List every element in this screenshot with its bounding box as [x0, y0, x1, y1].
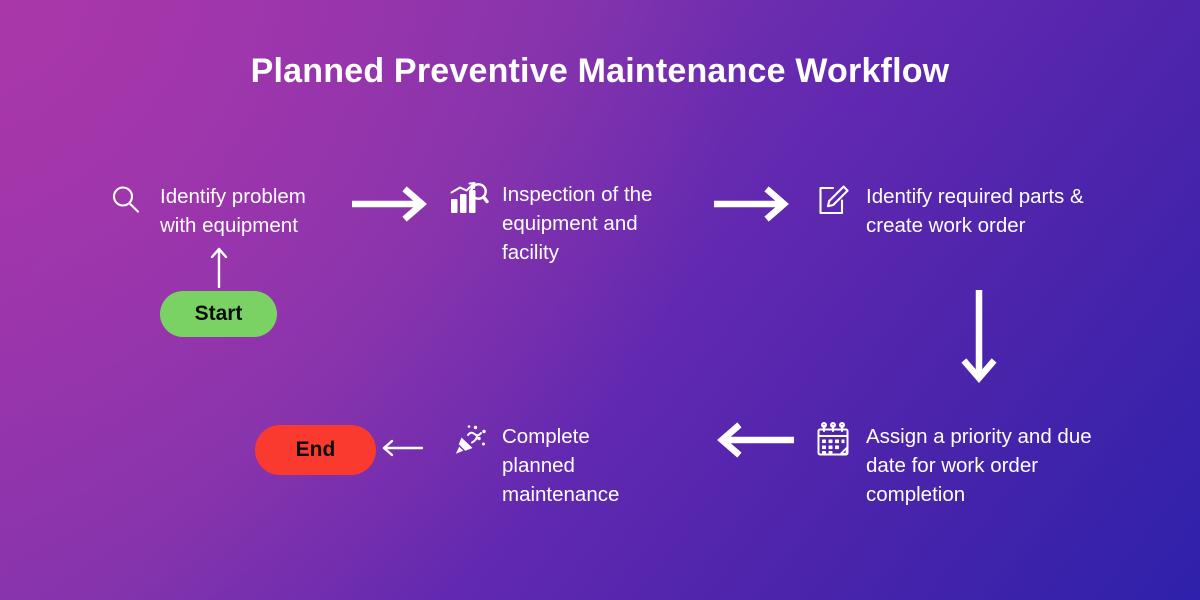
calendar-icon: [812, 420, 854, 462]
flow-step-1-label: Identify problem with equipment: [160, 185, 306, 237]
end-terminator-label: End: [295, 438, 336, 461]
arrow-down-icon: [958, 289, 1000, 386]
start-terminator-label: Start: [194, 302, 243, 325]
workflow-canvas: Planned Preventive Maintenance Workflow …: [0, 0, 1200, 600]
arrow-right-icon-2: [713, 186, 792, 222]
flow-step-5: Complete planned maintenance: [448, 420, 672, 509]
flow-step-4: Assign a priority and due date for work …: [812, 420, 1144, 509]
edit-document-icon: [812, 180, 854, 222]
flow-step-2: Inspection of the equipment and facility: [448, 178, 702, 267]
flow-step-2-label: Inspection of the equipment and facility: [502, 183, 653, 264]
flow-step-5-label: Complete planned maintenance: [502, 425, 620, 506]
flow-step-1: Identify problem with equipment: [106, 180, 345, 240]
arrow-right-icon-1: [351, 186, 430, 222]
arrow-left-icon-small: [381, 437, 424, 459]
flow-step-4-label: Assign a priority and due date for work …: [866, 425, 1092, 506]
bar-chart-analysis-icon: [448, 178, 490, 220]
page-title: Planned Preventive Maintenance Workflow: [250, 52, 950, 90]
arrow-left-icon-big: [712, 422, 795, 458]
end-terminator[interactable]: End: [255, 425, 376, 475]
party-popper-icon: [448, 420, 490, 462]
start-terminator[interactable]: Start: [160, 291, 277, 337]
arrow-up-icon: [205, 246, 233, 289]
magnifying-glass-icon: [106, 180, 148, 222]
flow-step-3-label: Identify required parts & create work or…: [866, 185, 1084, 237]
flow-step-3: Identify required parts & create work or…: [812, 180, 1141, 240]
